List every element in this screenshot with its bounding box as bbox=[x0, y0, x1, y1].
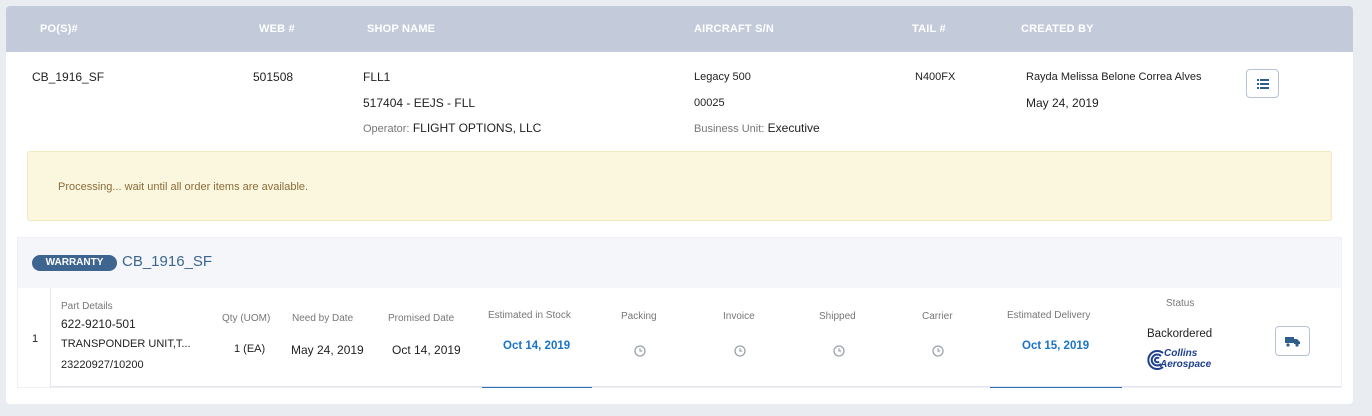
item-list-button[interactable] bbox=[1246, 69, 1279, 98]
order-title: CB_1916_SF bbox=[122, 253, 213, 270]
col-shipped: Shipped bbox=[819, 311, 856, 322]
shipped-clock-icon bbox=[833, 345, 845, 357]
business-unit-value: Executive bbox=[767, 121, 820, 135]
est-delivery-underline bbox=[990, 387, 1122, 388]
carrier-clock-icon bbox=[932, 345, 944, 357]
operator-label: Operator: bbox=[363, 123, 410, 135]
order-header: WARRANTY CB_1916_SF bbox=[18, 238, 1341, 288]
truck-icon bbox=[1284, 337, 1300, 347]
col-est-stock: Estimated in Stock bbox=[488, 310, 571, 321]
col-carrier: Carrier bbox=[922, 311, 953, 322]
col-header-web: WEB # bbox=[259, 23, 295, 35]
shop-code: 517404 - EEJS - FLL bbox=[363, 96, 476, 110]
col-promised: Promised Date bbox=[388, 313, 455, 324]
invoice-clock-icon bbox=[734, 345, 746, 357]
row-index-column: 1 bbox=[18, 288, 51, 388]
operator-value: FLIGHT OPTIONS, LLC bbox=[412, 121, 542, 135]
created-by-name: Rayda Melissa Belone Correa Alves bbox=[1026, 71, 1202, 83]
col-invoice: Invoice bbox=[723, 311, 755, 322]
operator: Operator: FLIGHT OPTIONS, LLC bbox=[363, 121, 541, 135]
qty-value: 1 (EA) bbox=[234, 343, 266, 355]
processing-alert: Processing... wait until all order items… bbox=[27, 151, 1332, 221]
order-section: WARRANTY CB_1916_SF 1 Part Details 622-9… bbox=[17, 237, 1342, 388]
est-stock-value[interactable]: Oct 14, 2019 bbox=[503, 340, 570, 352]
table-header: PO(S)# WEB # SHOP NAME AIRCRAFT S/N TAIL… bbox=[6, 6, 1353, 52]
col-packing: Packing bbox=[621, 311, 657, 322]
col-header-created: CREATED BY bbox=[1021, 23, 1094, 35]
promised-value: Oct 14, 2019 bbox=[392, 343, 461, 357]
business-unit: Business Unit: Executive bbox=[694, 121, 820, 135]
logo-text-line1: Collins bbox=[1164, 348, 1198, 359]
packing-clock-icon bbox=[634, 345, 646, 357]
col-qty: Qty (UOM) bbox=[222, 313, 271, 324]
warranty-badge: WARRANTY bbox=[32, 255, 117, 271]
col-need-by: Need by Date bbox=[292, 313, 354, 324]
part-ref: 23220927/10200 bbox=[61, 359, 144, 371]
col-header-pos: PO(S)# bbox=[40, 23, 78, 35]
shop-name: FLL1 bbox=[363, 70, 391, 84]
list-icon bbox=[1256, 78, 1269, 89]
row-divider bbox=[50, 386, 1341, 387]
col-header-aircraft: AIRCRAFT S/N bbox=[694, 23, 775, 35]
tail-number: N400FX bbox=[915, 71, 956, 83]
alert-message: Processing... wait until all order items… bbox=[58, 181, 309, 193]
row-index: 1 bbox=[32, 333, 39, 345]
col-est-delivery: Estimated Delivery bbox=[1007, 310, 1091, 321]
created-date: May 24, 2019 bbox=[1026, 96, 1099, 110]
part-number[interactable]: 622-9210-501 bbox=[61, 317, 136, 331]
est-delivery-value[interactable]: Oct 15, 2019 bbox=[1022, 340, 1089, 352]
shipment-tracking-button[interactable] bbox=[1275, 326, 1310, 356]
est-stock-underline bbox=[482, 387, 592, 388]
aircraft-sn: 00025 bbox=[694, 97, 725, 109]
part-description: TRANSPONDER UNIT,T... bbox=[61, 338, 191, 350]
col-status: Status bbox=[1166, 298, 1195, 309]
order-card: PO(S)# WEB # SHOP NAME AIRCRAFT S/N TAIL… bbox=[6, 6, 1353, 404]
col-header-shop: SHOP NAME bbox=[367, 23, 436, 35]
status-value: Backordered bbox=[1147, 328, 1213, 340]
col-part-details: Part Details bbox=[61, 301, 113, 312]
need-by-value: May 24, 2019 bbox=[291, 343, 364, 357]
col-header-tail: TAIL # bbox=[912, 23, 946, 35]
aircraft-model: Legacy 500 bbox=[694, 71, 751, 83]
web-number: 501508 bbox=[253, 70, 294, 84]
logo-text-line2: Aerospace bbox=[1160, 359, 1212, 370]
collins-aerospace-logo: Collins Aerospace bbox=[1146, 348, 1226, 374]
business-unit-label: Business Unit: bbox=[694, 123, 765, 135]
po-number: CB_1916_SF bbox=[32, 70, 105, 84]
